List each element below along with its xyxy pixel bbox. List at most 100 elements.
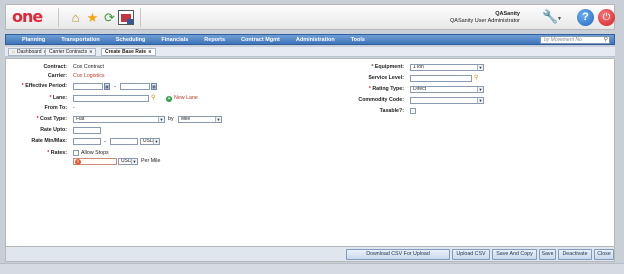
- report-picture-icon[interactable]: [118, 10, 134, 25]
- nav-item-administration[interactable]: Administration: [288, 36, 343, 44]
- cost-type-select[interactable]: Flat ▼: [73, 116, 165, 123]
- commodity-code-label: Commodity Code:: [358, 97, 404, 103]
- chevron-down-icon: ▼: [215, 117, 221, 122]
- cost-type-label: * Cost Type:: [36, 116, 67, 122]
- search-icon[interactable]: ⚲: [604, 37, 608, 43]
- nav-item-transportation[interactable]: Transportation: [53, 36, 108, 44]
- rating-type-label: * Rating Type:: [368, 86, 404, 92]
- effective-period-label: * Effective Period:: [21, 83, 67, 89]
- nav-item-financials[interactable]: Financials: [153, 36, 196, 44]
- calendar-icon[interactable]: ▦: [104, 83, 110, 90]
- user-name: QASanity: [495, 11, 520, 17]
- download-csv-button[interactable]: Download CSV For Upload: [346, 249, 450, 260]
- tab-label: Carrier Contracts: [49, 49, 88, 55]
- save-and-copy-button[interactable]: Save And Copy: [492, 249, 537, 260]
- rate-upto-input[interactable]: [73, 127, 101, 134]
- new-lane-link[interactable]: New Lane: [174, 95, 198, 102]
- movement-search-input[interactable]: by Movement No ⚲: [540, 36, 610, 44]
- rating-type-select[interactable]: Direct ▼: [410, 86, 484, 93]
- by-unit-select[interactable]: Mile ▼: [178, 116, 222, 123]
- application-window: one ⌂ ★ ⟳ QASanity QASanity User Adminis…: [0, 0, 624, 274]
- search-placeholder: by Movement No: [544, 37, 582, 43]
- nav-item-scheduling[interactable]: Scheduling: [108, 36, 154, 44]
- tab-create-base-rate[interactable]: Create Base Rate ✖: [101, 48, 156, 56]
- effective-start-date-input[interactable]: [73, 83, 103, 90]
- tab-label: Dashboard: [17, 49, 42, 55]
- nav-item-contract-mgmt[interactable]: Contract Mgmt: [233, 36, 288, 44]
- rate-upto-label: Rate Upto:: [40, 127, 67, 133]
- header-divider: [140, 8, 141, 27]
- effective-period-dash: -: [114, 84, 116, 90]
- rate-currency-select[interactable]: USD ▼: [118, 158, 138, 165]
- equipment-label: * Equipment:: [371, 64, 404, 70]
- close-icon[interactable]: ✖: [89, 49, 92, 55]
- contract-label: Contract:: [43, 64, 67, 70]
- wrench-icon[interactable]: 🔧: [542, 10, 558, 23]
- rate-max-input[interactable]: [110, 138, 138, 145]
- tab-carrier-contracts[interactable]: Carrier Contracts ✖: [45, 48, 97, 56]
- upload-csv-button[interactable]: Upload CSV: [452, 249, 490, 260]
- cost-type-selected: Flat: [76, 116, 85, 122]
- lane-lookup-icon[interactable]: ⚲: [151, 95, 155, 101]
- service-level-lookup-icon[interactable]: ⚲: [474, 75, 478, 81]
- nav-item-tools[interactable]: Tools: [343, 36, 373, 44]
- chevron-down-icon: ▼: [158, 117, 164, 122]
- main-nav-bar: Planning Transportation Scheduling Finan…: [5, 34, 615, 45]
- service-level-label: Service Level:: [368, 75, 404, 81]
- rating-type-selected: Direct: [413, 86, 427, 92]
- tab-label: Create Base Rate: [105, 49, 147, 55]
- nav-menu: Planning Transportation Scheduling Finan…: [14, 36, 373, 44]
- minmax-currency-selected: USD: [143, 138, 154, 144]
- nav-item-planning[interactable]: Planning: [14, 36, 53, 44]
- rate-min-input[interactable]: [73, 138, 101, 145]
- minmax-currency-select[interactable]: USD ▼: [140, 138, 160, 145]
- by-unit-selected: Mile: [181, 116, 191, 122]
- chevron-down-icon[interactable]: ▼: [557, 16, 562, 22]
- allow-stops-checkbox[interactable]: [73, 150, 79, 156]
- close-icon[interactable]: ✖: [148, 49, 151, 55]
- per-mile-label: Per Mile: [141, 158, 161, 164]
- header-divider: [58, 8, 59, 27]
- by-label: by: [168, 116, 174, 122]
- service-level-input[interactable]: [410, 75, 472, 82]
- rate-min-max-label: Rate Min/Max:: [31, 138, 67, 144]
- calendar-icon[interactable]: ▦: [151, 83, 157, 90]
- tab-bar: ⌂ Dashboard ✖ Carrier Contracts ✖ Create…: [5, 47, 615, 57]
- chevron-down-icon: ▼: [477, 65, 483, 70]
- from-to-value: -: [73, 105, 75, 111]
- top-header-bar: one ⌂ ★ ⟳ QASanity QASanity User Adminis…: [5, 4, 615, 30]
- refresh-icon[interactable]: ⟳: [101, 9, 118, 26]
- home-icon[interactable]: ⌂: [67, 9, 84, 26]
- chevron-down-icon: ▼: [153, 139, 159, 144]
- power-icon[interactable]: ⏻: [598, 9, 615, 26]
- rates-label: * Rates:: [47, 150, 67, 156]
- one-logo[interactable]: one: [12, 9, 43, 25]
- add-icon[interactable]: +: [166, 96, 172, 102]
- create-base-rate-form: Contract: Cox Contract Carrier: Cox Logi…: [5, 58, 615, 247]
- warning-icon: !: [75, 159, 81, 165]
- taxable-checkbox[interactable]: [410, 108, 416, 114]
- save-button[interactable]: Save: [539, 249, 556, 260]
- close-button[interactable]: Close: [594, 249, 614, 260]
- favorites-star-icon[interactable]: ★: [84, 9, 101, 26]
- deactivate-button[interactable]: Deactivate: [558, 249, 592, 260]
- user-role: QASanity User Administrator: [450, 18, 520, 24]
- chevron-down-icon: ▼: [131, 159, 137, 164]
- equipment-selected: 1Ton: [413, 64, 424, 70]
- picture-blue-block: [127, 19, 133, 24]
- allow-stops-label: Allow Stops: [81, 150, 109, 156]
- effective-end-date-input[interactable]: [120, 83, 150, 90]
- equipment-select[interactable]: 1Ton ▼: [410, 64, 484, 71]
- carrier-value[interactable]: Cox Logistics: [73, 73, 105, 80]
- from-to-label: From To:: [44, 105, 67, 111]
- commodity-code-select[interactable]: ▼: [410, 97, 484, 104]
- browser-status-bar: [0, 263, 624, 274]
- rate-minmax-dash: -: [104, 139, 106, 145]
- help-icon[interactable]: ?: [577, 9, 594, 26]
- nav-item-reports[interactable]: Reports: [196, 36, 233, 44]
- rate-currency-selected: USD: [121, 158, 132, 164]
- chevron-down-icon: ▼: [477, 98, 483, 103]
- carrier-label: Carrier:: [47, 73, 67, 79]
- action-button-bar: Download CSV For Upload Upload CSV Save …: [5, 246, 615, 262]
- lane-input[interactable]: [73, 95, 149, 102]
